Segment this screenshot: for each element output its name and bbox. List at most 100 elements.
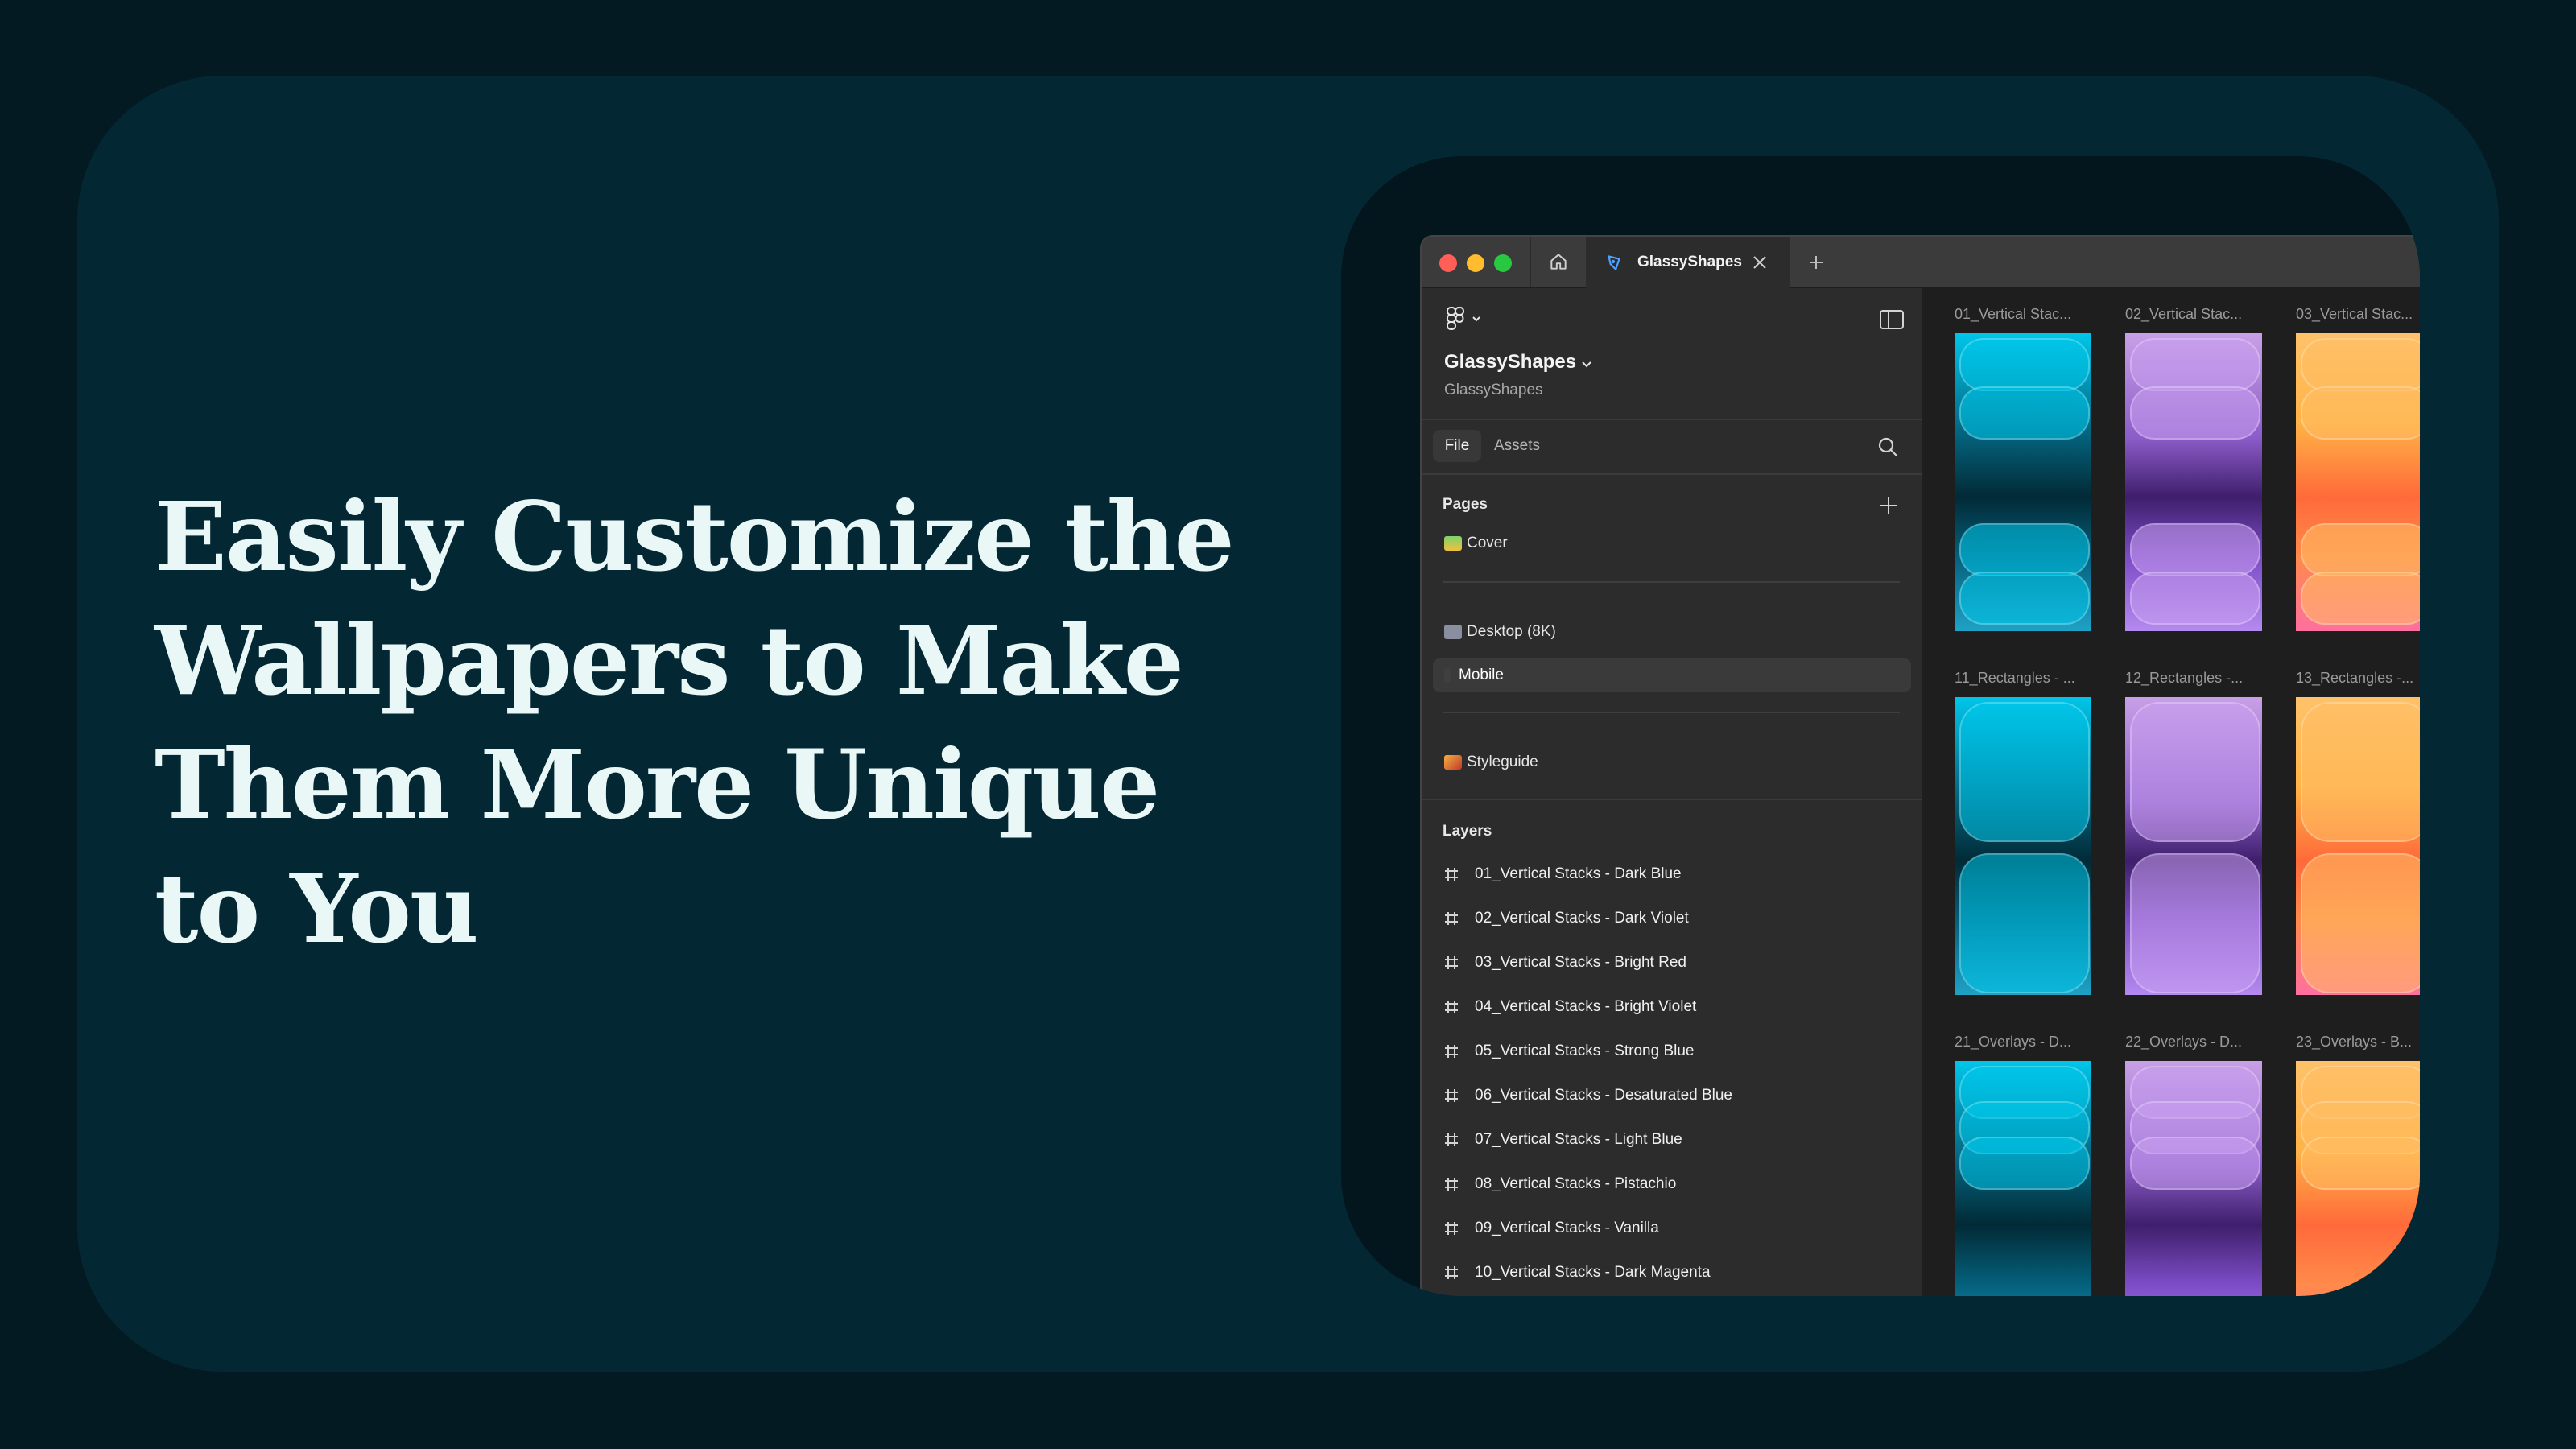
layer-row[interactable]: 04_Vertical Stacks - Bright Violet — [1443, 991, 1696, 1023]
shape-pill — [2301, 338, 2420, 391]
layer-row[interactable]: 05_Vertical Stacks - Strong Blue — [1443, 1035, 1694, 1067]
close-window-button[interactable] — [1439, 254, 1457, 272]
frame-label[interactable]: 11_Rectangles - ... — [1955, 670, 2075, 687]
figma-window: GlassyShapes GlassyShapes GlassyShapes F… — [1420, 235, 2420, 1296]
close-icon[interactable] — [1750, 253, 1769, 272]
shape-pill — [1959, 338, 2090, 391]
shape-pill — [2130, 1137, 2260, 1190]
layer-row[interactable]: 08_Vertical Stacks - Pistachio — [1443, 1168, 1676, 1200]
layer-label: 07_Vertical Stacks - Light Blue — [1475, 1131, 1682, 1148]
project-subtitle: GlassyShapes — [1444, 382, 1543, 398]
tab-assets[interactable]: Assets — [1494, 430, 1540, 462]
home-icon — [1550, 254, 1567, 270]
frame-thumbnail[interactable] — [2296, 697, 2420, 995]
layer-label: 10_Vertical Stacks - Dark Magenta — [1475, 1264, 1711, 1281]
divider — [1422, 473, 1922, 475]
layers-heading: Layers — [1443, 823, 1492, 840]
chevron-down-icon[interactable] — [1579, 359, 1594, 370]
page-label: Styleguide — [1467, 753, 1538, 770]
frame-label[interactable]: 23_Overlays - B... — [2296, 1034, 2412, 1051]
layer-row[interactable]: 10_Vertical Stacks - Dark Magenta — [1443, 1257, 1711, 1289]
search-icon[interactable] — [1876, 435, 1900, 459]
shape-rect — [2301, 853, 2420, 993]
shape-rect — [1959, 853, 2090, 993]
frame-label[interactable]: 13_Rectangles -... — [2296, 670, 2413, 687]
frame-label[interactable]: 12_Rectangles -... — [2125, 670, 2243, 687]
frame-thumbnail[interactable] — [2296, 1061, 2420, 1296]
tab-file[interactable]: File — [1433, 430, 1481, 462]
frame-label[interactable]: 03_Vertical Stac... — [2296, 306, 2413, 323]
divider — [1443, 581, 1900, 583]
page-item-styleguide[interactable]: Styleguide — [1433, 745, 1911, 779]
shape-rect — [2301, 702, 2420, 842]
divider — [1422, 799, 1922, 800]
divider — [1443, 712, 1900, 713]
project-name[interactable]: GlassyShapes — [1444, 351, 1576, 374]
layer-row[interactable]: 01_Vertical Stacks - Dark Blue — [1443, 858, 1682, 890]
page-item-mobile[interactable]: Mobile — [1433, 658, 1911, 692]
tab-title: GlassyShapes — [1637, 254, 1742, 270]
layer-row[interactable]: 02_Vertical Stacks - Dark Violet — [1443, 902, 1689, 935]
maximize-window-button[interactable] — [1494, 254, 1512, 272]
frame-thumbnail[interactable] — [2125, 333, 2262, 631]
headline: Easily Customize the Wallpapers to Make … — [155, 481, 1235, 964]
shape-rect — [1959, 702, 2090, 842]
shape-pill — [2130, 523, 2260, 576]
frame-hash-icon — [1445, 1089, 1458, 1102]
new-tab-button[interactable] — [1803, 250, 1829, 275]
frame-thumbnail[interactable] — [2296, 333, 2420, 631]
divider — [1422, 419, 1922, 420]
shape-rect — [2130, 853, 2260, 993]
frame-hash-icon — [1445, 868, 1458, 881]
frame-thumbnail[interactable] — [1955, 697, 2091, 995]
shape-pill — [1959, 1137, 2090, 1190]
shape-rect — [2130, 702, 2260, 842]
layer-label: 03_Vertical Stacks - Bright Red — [1475, 954, 1686, 971]
title-bar: GlassyShapes — [1422, 237, 2420, 288]
shape-pill — [2301, 572, 2420, 625]
frame-hash-icon — [1445, 1266, 1458, 1279]
file-tab[interactable]: GlassyShapes — [1586, 237, 1790, 288]
frame-label[interactable]: 02_Vertical Stac... — [2125, 306, 2242, 323]
frame-hash-icon — [1445, 1222, 1458, 1235]
frame-hash-icon — [1445, 1045, 1458, 1058]
canvas[interactable]: 01_Vertical Stac... 02_Vertical Stac... 03… — [1924, 288, 2420, 1296]
layer-row[interactable]: 09_Vertical Stacks - Vanilla — [1443, 1212, 1659, 1245]
frame-hash-icon — [1445, 1001, 1458, 1013]
shape-pill — [1959, 523, 2090, 576]
frame-hash-icon — [1445, 1178, 1458, 1191]
page-item-desktop[interactable]: Desktop (8K) — [1433, 615, 1911, 649]
shape-pill — [2301, 1137, 2420, 1190]
shape-pill — [2130, 572, 2260, 625]
cover-emoji-icon — [1444, 536, 1462, 551]
frame-hash-icon — [1445, 956, 1458, 969]
home-tab[interactable] — [1530, 237, 1587, 287]
frame-thumbnail[interactable] — [1955, 1061, 2091, 1296]
layer-row[interactable]: 03_Vertical Stacks - Bright Red — [1443, 947, 1686, 979]
layer-row[interactable]: 06_Vertical Stacks - Desaturated Blue — [1443, 1080, 1732, 1112]
page-item-cover[interactable]: Cover — [1433, 526, 1911, 560]
frame-hash-icon — [1445, 1133, 1458, 1146]
frame-thumbnail[interactable] — [1955, 333, 2091, 631]
layer-row[interactable]: 07_Vertical Stacks - Light Blue — [1443, 1124, 1682, 1156]
left-sidebar: GlassyShapes GlassyShapes File Assets Pa… — [1422, 288, 1924, 1296]
frame-label[interactable]: 21_Overlays - D... — [1955, 1034, 2071, 1051]
shape-pill — [2301, 523, 2420, 576]
layer-label: 01_Vertical Stacks - Dark Blue — [1475, 865, 1682, 882]
frame-thumbnail[interactable] — [2125, 1061, 2262, 1296]
design-file-icon — [1608, 255, 1620, 270]
shape-pill — [2130, 386, 2260, 440]
page-label: Mobile — [1459, 667, 1504, 683]
page-label: Cover — [1467, 535, 1508, 551]
layer-label: 09_Vertical Stacks - Vanilla — [1475, 1220, 1659, 1236]
laptop-emoji-icon — [1444, 625, 1462, 639]
plus-icon — [1810, 256, 1823, 269]
add-page-icon[interactable] — [1877, 494, 1900, 517]
frame-thumbnail[interactable] — [2125, 697, 2262, 995]
panel-toggle-icon[interactable] — [1879, 309, 1905, 330]
frame-label[interactable]: 01_Vertical Stac... — [1955, 306, 2071, 323]
figma-logo-icon[interactable] — [1444, 304, 1489, 333]
minimize-window-button[interactable] — [1467, 254, 1484, 272]
frame-label[interactable]: 22_Overlays - D... — [2125, 1034, 2242, 1051]
frame-hash-icon — [1445, 912, 1458, 925]
